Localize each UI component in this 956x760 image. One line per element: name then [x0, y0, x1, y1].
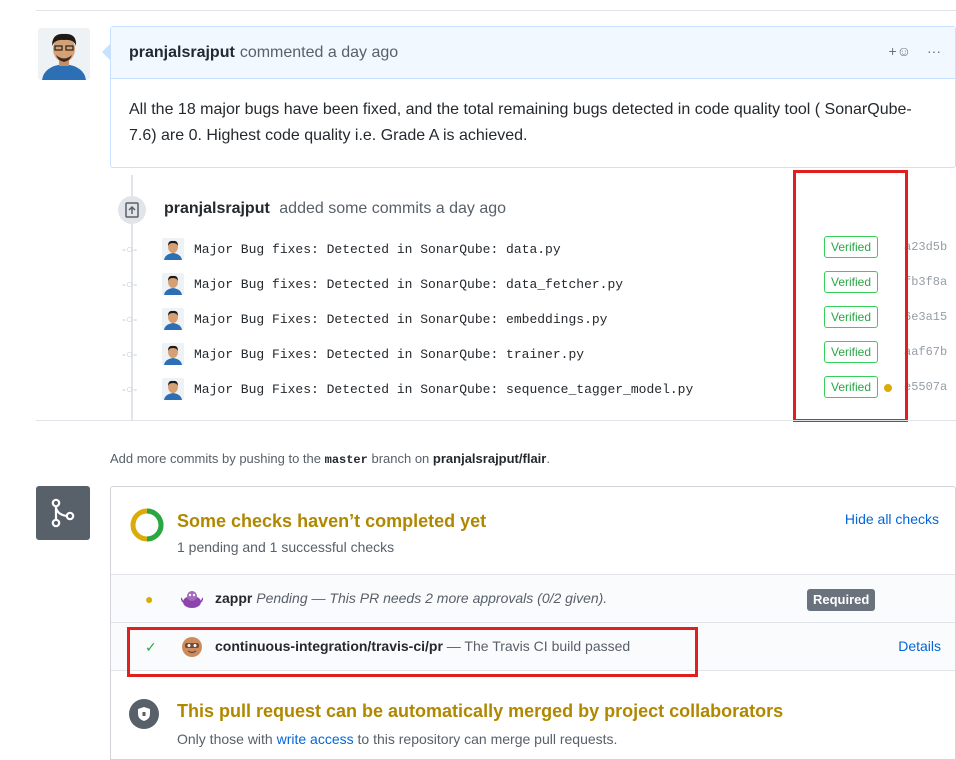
commit-node-icon: -○- — [122, 312, 138, 326]
comment-body: All the 18 major bugs have been fixed, a… — [129, 101, 912, 144]
more-options-icon[interactable]: ··· — [927, 43, 941, 59]
commits-event-meta: added some commits a day ago — [279, 200, 507, 217]
merge-info: This pull request can be automatically m… — [111, 675, 955, 760]
commit-node-icon: -○- — [122, 347, 138, 361]
commits-author-link[interactable]: pranjalsrajput — [164, 200, 270, 217]
commit-message-link[interactable]: Major Bug Fixes: Detected in SonarQube: … — [194, 382, 693, 397]
merge-info-subtitle: Only those with write access to this rep… — [177, 731, 617, 747]
commit-sha-link[interactable]: 6e3a15 — [904, 310, 947, 324]
comment-box: pranjalsrajput commented a day ago +☺ ··… — [110, 26, 956, 168]
add-more-prefix: Add more commits by pushing to the — [110, 451, 321, 466]
commit-author-avatar[interactable] — [162, 378, 184, 400]
merge-status-box: Some checks haven’t completed yet 1 pend… — [110, 486, 956, 760]
user-avatar[interactable] — [38, 28, 90, 80]
commit-node-icon: -○- — [122, 277, 138, 291]
commit-node-icon: -○- — [122, 382, 138, 396]
commit-sha-link[interactable]: a23d5b — [904, 240, 947, 254]
check-row-zappr: ● zappr Pending — This PR needs 2 more a… — [111, 575, 955, 623]
check-name-zappr: zappr Pending — This PR needs 2 more app… — [215, 590, 607, 606]
checks-summary: Some checks haven’t completed yet 1 pend… — [111, 487, 955, 575]
comment-header: pranjalsrajput commented a day ago +☺ ··… — [111, 27, 955, 79]
commit-node-icon: -○- — [122, 242, 138, 256]
commit-message-link[interactable]: Major Bug fixes: Detected in SonarQube: … — [194, 242, 561, 257]
commit-sha-link[interactable]: e5507a — [904, 380, 947, 394]
add-more-commits-note: Add more commits by pushing to the maste… — [110, 451, 550, 467]
add-more-suffix: . — [546, 451, 550, 466]
commit-author-avatar[interactable] — [162, 343, 184, 365]
merge-info-title: This pull request can be automatically m… — [177, 701, 784, 721]
checks-subtitle: 1 pending and 1 successful checks — [177, 539, 395, 555]
checks-title: Some checks haven’t completed yet — [177, 511, 487, 531]
commit-message-link[interactable]: Major Bug Fixes: Detected in SonarQube: … — [194, 312, 607, 327]
repo-push-icon — [118, 196, 146, 224]
commit-message-link[interactable]: Major Bug fixes: Detected in SonarQube: … — [194, 277, 623, 292]
verified-highlight-box — [793, 170, 908, 422]
repo-link[interactable]: pranjalsrajput/flair — [433, 451, 546, 466]
zappr-logo-icon — [181, 591, 203, 608]
git-merge-icon — [36, 486, 90, 540]
comment-author-link[interactable]: pranjalsrajput — [129, 44, 235, 62]
add-reaction-icon[interactable]: +☺ — [889, 43, 911, 59]
details-link[interactable]: Details — [898, 638, 941, 654]
top-divider — [36, 10, 956, 11]
zappr-name: zappr — [215, 590, 253, 606]
pending-dot-icon: ● — [145, 591, 154, 607]
checks-progress-ring-icon — [130, 508, 164, 542]
shield-lock-icon — [129, 699, 159, 729]
required-badge: Required — [807, 589, 876, 611]
add-more-middle: branch on — [371, 451, 430, 466]
commit-author-avatar[interactable] — [162, 238, 184, 260]
commit-author-avatar[interactable] — [162, 308, 184, 330]
comment-actions: +☺ ··· — [889, 43, 941, 59]
commit-message-link[interactable]: Major Bug Fixes: Detected in SonarQube: … — [194, 347, 584, 362]
write-access-link[interactable]: write access — [277, 731, 354, 747]
comment-timestamp[interactable]: commented a day ago — [240, 44, 398, 62]
commit-sha-link[interactable]: fb3f8a — [904, 275, 947, 289]
timeline-divider — [36, 420, 956, 421]
merge-sub-suffix: to this repository can merge pull reques… — [357, 731, 618, 747]
commit-author-avatar[interactable] — [162, 273, 184, 295]
branch-name: master — [324, 453, 368, 467]
zappr-description: Pending — This PR needs 2 more approvals… — [256, 590, 608, 606]
merge-sub-prefix: Only those with — [177, 731, 273, 747]
hide-all-checks-link[interactable]: Hide all checks — [845, 511, 939, 527]
comment-pointer — [102, 44, 110, 60]
travis-highlight-box — [127, 627, 698, 677]
commits-event-title: pranjalsrajput added some commits a day … — [164, 200, 506, 218]
commit-sha-link[interactable]: aaf67b — [904, 345, 947, 359]
